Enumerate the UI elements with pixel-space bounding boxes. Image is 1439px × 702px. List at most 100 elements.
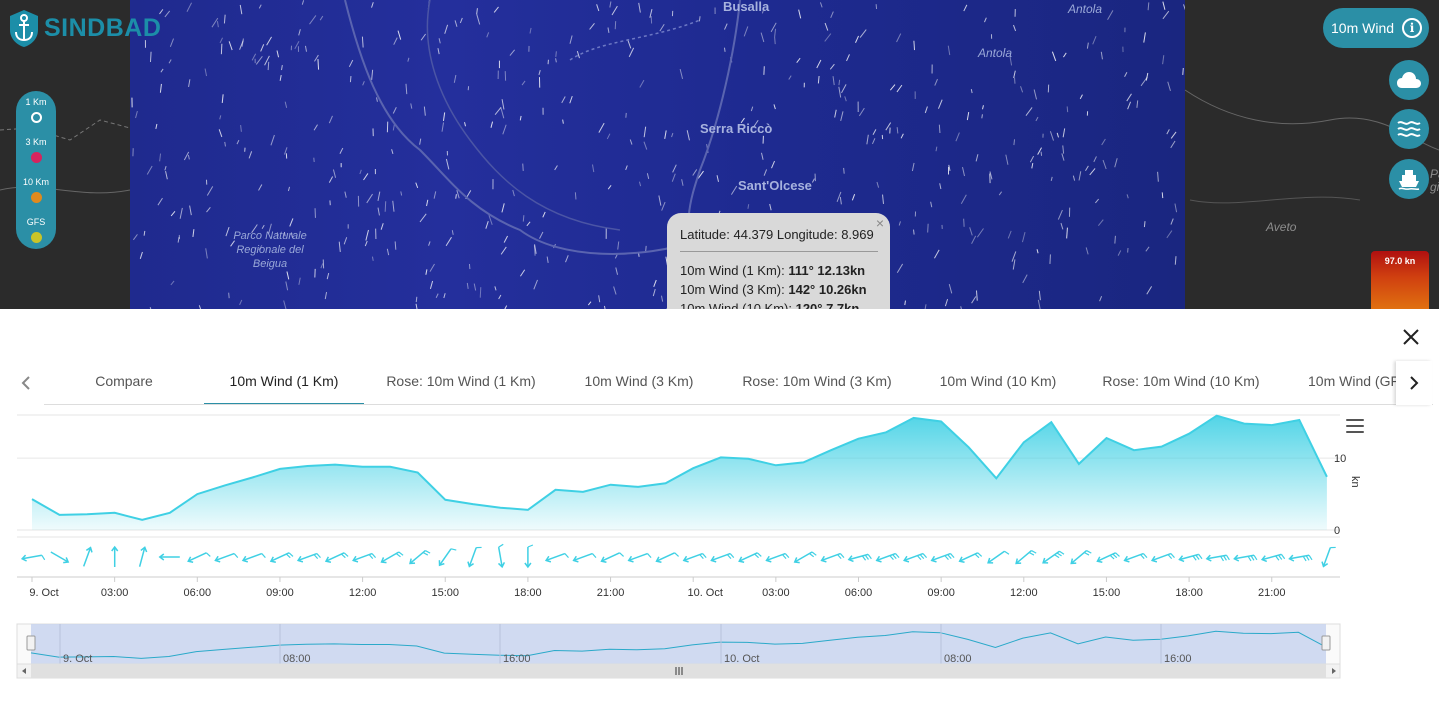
wind-direction-arrow — [497, 543, 506, 569]
wind-direction-arrow — [20, 554, 46, 562]
resolution-selector: 1 Km 3 Km 10 Km GFS — [16, 91, 56, 249]
resolution-label: 1 Km — [25, 97, 47, 107]
wind-direction-arrow — [875, 552, 900, 563]
navigator-tick-label: 16:00 — [503, 653, 531, 665]
wind-direction-arrow — [296, 552, 321, 563]
popup-row-label: 10m Wind (10 Km): — [680, 301, 796, 309]
wind-direction-arrow — [380, 551, 404, 564]
popup-close-button[interactable]: × — [876, 215, 884, 231]
x-tick-label: 12:00 — [1010, 587, 1038, 599]
resolution-dot — [30, 232, 42, 243]
x-tick-label: 06:00 — [184, 587, 212, 599]
wind-direction-arrow — [1178, 553, 1203, 563]
map-label-antola: Antola — [1068, 2, 1103, 16]
anchor-icon — [10, 10, 38, 47]
waves-icon — [1397, 121, 1421, 137]
y-axis-unit: kn — [1349, 476, 1361, 488]
x-tick-label: 10. Oct — [687, 587, 722, 599]
popup-row-value: 120° 7.7kn — [795, 301, 860, 309]
wind-direction-arrow — [352, 552, 377, 563]
navigator-handle[interactable] — [26, 635, 36, 651]
chart-menu-button[interactable] — [1346, 419, 1364, 435]
popup-row-value: 111° 12.13kn — [788, 263, 866, 278]
app-logo[interactable]: SINDBAD — [8, 8, 161, 48]
wind-chart[interactable]: 0 10kn 9. Oct 03:00 06:00 09:00 12:00 15:00 18:0… — [0, 309, 1439, 702]
x-tick-label: 15:00 — [431, 587, 459, 599]
wind-direction-arrow — [600, 552, 624, 563]
info-icon[interactable]: i — [1402, 18, 1423, 38]
layer-button-label: 10m Wind — [1331, 20, 1395, 36]
wind-direction-arrow — [138, 546, 148, 567]
wind-direction-arrow — [655, 552, 679, 563]
wind-direction-arrow — [1123, 552, 1148, 563]
wind-direction-arrow — [214, 552, 239, 563]
wind-direction-arrow — [1015, 549, 1037, 565]
x-tick-label: 09:00 — [266, 587, 294, 599]
wind-direction-arrow — [903, 552, 928, 563]
waves-button[interactable] — [1389, 109, 1429, 149]
location-popup: × Latitude: 44.379 Longitude: 8.969 10m … — [667, 213, 890, 309]
wind-direction-arrow — [1205, 554, 1230, 562]
wind-direction-arrow — [820, 552, 845, 563]
ship-button[interactable] — [1389, 159, 1429, 199]
wind-direction-arrow — [324, 552, 349, 563]
wind-direction-arrow — [627, 552, 652, 563]
navigator-handle[interactable] — [1321, 635, 1331, 651]
popup-row: 10m Wind (3 Km): 142° 10.26kn — [680, 280, 878, 299]
wind-direction-arrow — [467, 546, 482, 568]
x-tick-label: 12:00 — [349, 587, 377, 599]
wind-direction-arrow — [738, 552, 762, 563]
cloud-button[interactable] — [1389, 60, 1429, 100]
x-tick-label: 18:00 — [514, 587, 542, 599]
resolution-dot — [30, 112, 42, 123]
wind-direction-arrow — [82, 546, 93, 567]
resolution-3km[interactable]: 3 Km — [16, 137, 56, 163]
resolution-dot — [30, 192, 42, 203]
x-tick-label: 21:00 — [1258, 587, 1286, 599]
wind-direction-arrow — [987, 550, 1010, 564]
wind-direction-arrow — [847, 553, 872, 563]
resolution-label: 10 Km — [22, 177, 49, 187]
wind-direction-arrow — [682, 552, 707, 563]
cloud-icon — [1397, 72, 1421, 88]
wind-direction-arrow — [1070, 549, 1092, 565]
map-label-serra-ricco: Serra Riccò — [700, 121, 773, 136]
wind-direction-arrow — [1150, 552, 1175, 563]
resolution-10km[interactable]: 10 Km — [16, 177, 56, 203]
layer-button[interactable]: 10m Wind i — [1323, 8, 1429, 48]
wind-scale-legend: 97.0 kn — [1371, 251, 1429, 309]
wind-direction-arrow — [158, 553, 180, 561]
wind-direction-arrow — [765, 552, 790, 563]
map[interactable]: Busalla Antola Antola Serra Riccò Sant'O… — [0, 0, 1439, 309]
wind-direction-arrow — [958, 552, 983, 563]
navigator-selection — [31, 624, 1326, 664]
navigator-tick-label: 9. Oct — [63, 653, 92, 665]
ship-icon — [1398, 170, 1420, 190]
resolution-label: 3 Km — [25, 137, 47, 147]
y-tick-label: 0 — [1334, 525, 1340, 537]
x-tick-label: 06:00 — [845, 587, 873, 599]
wind-direction-arrow — [438, 548, 457, 567]
x-tick-label: 21:00 — [597, 587, 625, 599]
wind-direction-arrow — [1096, 552, 1120, 563]
popup-coordinates: Latitude: 44.379 Longitude: 8.969 — [680, 227, 878, 252]
navigator-tick-label: 16:00 — [1164, 653, 1192, 665]
wind-direction-arrow — [50, 551, 70, 564]
map-label-antola: Antola — [978, 46, 1013, 60]
navigator-tick-label: 08:00 — [944, 653, 972, 665]
popup-row-label: 10m Wind (1 Km): — [680, 263, 789, 278]
resolution-gfs[interactable]: GFS — [16, 217, 56, 243]
map-label-edge: Pa gi — [1430, 167, 1439, 194]
navigator-tick-label: 08:00 — [283, 653, 311, 665]
x-tick-label: 03:00 — [101, 587, 129, 599]
wind-direction-arrow — [524, 544, 534, 569]
wind-direction-arrow — [1260, 553, 1286, 563]
popup-row: 10m Wind (1 Km): 111° 12.13kn — [680, 261, 878, 280]
wind-direction-arrow — [269, 552, 294, 563]
map-label-busalla: Busalla — [723, 0, 770, 14]
wind-direction-arrow — [241, 552, 266, 563]
resolution-1km[interactable]: 1 Km — [16, 97, 56, 123]
map-label-sant-olcese: Sant'Olcese — [738, 178, 812, 193]
map-label-aveto: Aveto — [1266, 220, 1297, 234]
scale-max-label: 97.0 kn — [1384, 256, 1416, 266]
